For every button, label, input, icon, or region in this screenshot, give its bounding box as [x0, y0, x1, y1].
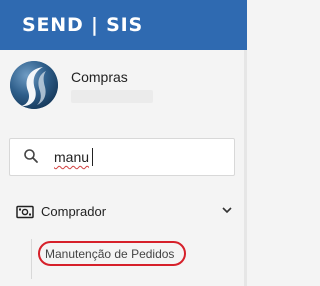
- menu-item-comprador[interactable]: Comprador: [0, 196, 244, 228]
- chevron-down-icon[interactable]: [222, 206, 232, 214]
- submenu-item-manutencao-de-pedidos[interactable]: Manutenção de Pedidos: [31, 235, 244, 283]
- top-bar: SEND | SIS: [0, 0, 247, 50]
- menu-item-label: Comprador: [41, 204, 107, 219]
- user-panel: Compras: [0, 50, 244, 126]
- app-title[interactable]: SEND | SIS: [22, 14, 143, 36]
- user-name: Compras: [71, 69, 128, 85]
- submenu-guide-line: [31, 239, 32, 279]
- user-avatar[interactable]: [10, 61, 58, 109]
- search-value: manu: [54, 149, 90, 165]
- avatar-logo-icon: [10, 61, 58, 109]
- text-cursor: [92, 148, 93, 166]
- user-status-placeholder: [71, 90, 153, 103]
- search-icon: [24, 149, 38, 163]
- submenu-item-label: Manutenção de Pedidos: [45, 247, 175, 261]
- search-input[interactable]: manu: [9, 138, 235, 176]
- money-icon: [16, 205, 34, 219]
- sidebar-edge: [244, 50, 247, 286]
